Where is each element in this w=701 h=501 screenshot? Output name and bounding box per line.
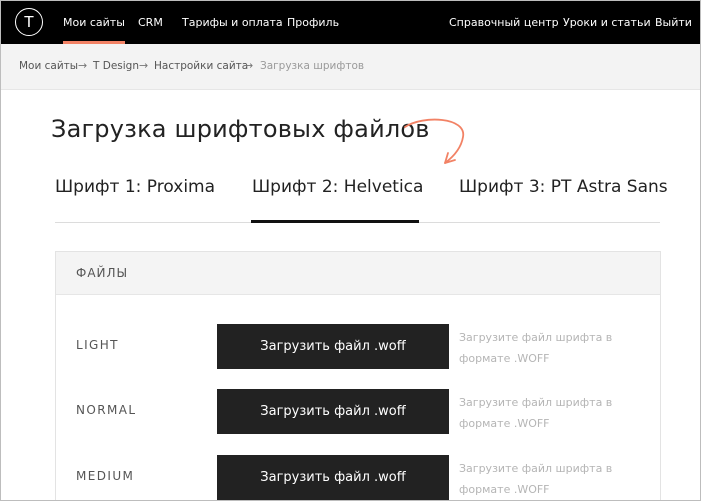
curved-arrow-icon [404,118,464,164]
files-panel: ФАЙЛЫ LIGHT Загрузить файл .woff Загрузи… [55,251,661,500]
breadcrumb-separator: → [78,59,88,72]
upload-normal-button[interactable]: Загрузить файл .woff [217,389,449,434]
upload-medium-button[interactable]: Загрузить файл .woff [217,455,449,500]
breadcrumb-separator: → [244,59,254,72]
nav-crm[interactable]: CRM [138,1,163,44]
breadcrumb-site-settings[interactable]: Настройки сайта [154,60,248,72]
nav-my-sites[interactable]: Мои сайты [63,1,125,44]
upload-light-button[interactable]: Загрузить файл .woff [217,324,449,369]
files-panel-header: ФАЙЛЫ [56,252,660,295]
breadcrumb-t-design[interactable]: T Design [93,60,139,72]
breadcrumb-current: Загрузка шрифтов [260,60,365,72]
tab-font-1[interactable]: Шрифт 1: Proxima [55,177,215,197]
weight-label-medium: MEDIUM [76,469,135,483]
nav-logout[interactable]: Выйти [655,1,692,44]
nav-profile[interactable]: Профиль [287,1,339,44]
nav-tariffs[interactable]: Тарифы и оплата [182,1,283,44]
logo-letter: T [24,13,34,31]
top-navbar: T Мои сайты CRM Тарифы и оплата Профиль … [1,1,700,44]
tab-active-indicator [251,220,419,223]
weight-label-light: LIGHT [76,338,119,352]
tilda-logo[interactable]: T [15,8,43,36]
files-panel-title: ФАЙЛЫ [76,266,129,280]
upload-medium-hint: Загрузите файл шрифта в формате .WOFF [459,462,613,496]
breadcrumb-my-sites[interactable]: Мои сайты [19,60,78,72]
nav-lessons[interactable]: Уроки и статьи [563,1,651,44]
breadcrumb-separator: → [139,59,149,72]
tab-font-2[interactable]: Шрифт 2: Helvetica [252,177,423,197]
nav-help-center[interactable]: Справочный центр [449,1,559,44]
upload-light-hint: Загрузите файл шрифта в формате .WOFF [459,331,613,365]
breadcrumb: Мои сайты → T Design → Настройки сайта →… [1,44,700,90]
upload-normal-hint: Загрузите файл шрифта в формате .WOFF [459,396,613,430]
tab-font-3[interactable]: Шрифт 3: PT Astra Sans [459,177,668,197]
browser-frame: T Мои сайты CRM Тарифы и оплата Профиль … [0,0,701,501]
weight-label-normal: NORMAL [76,403,137,417]
page-title: Загрузка шрифтовых файлов [51,115,430,143]
